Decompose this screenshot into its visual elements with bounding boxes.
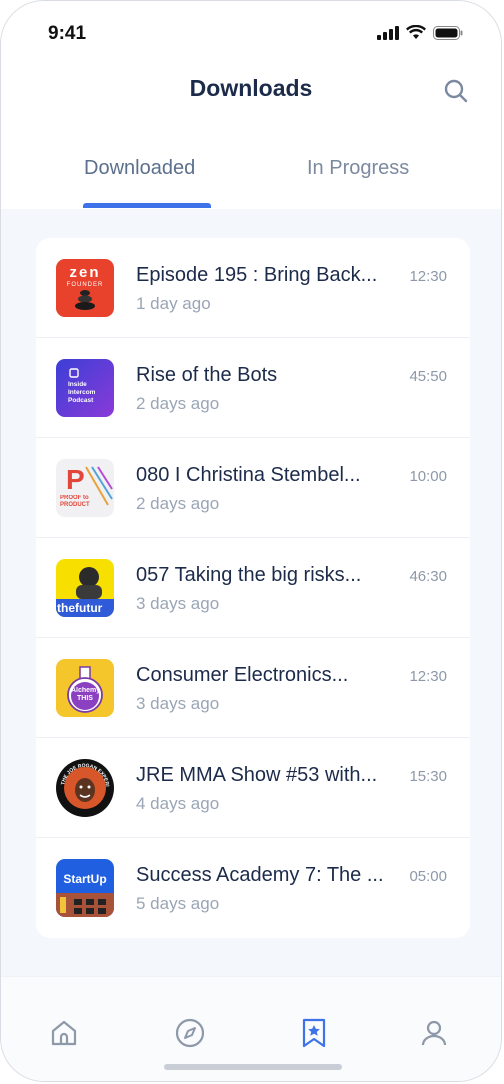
nav-discover[interactable]: [173, 1016, 207, 1050]
episode-date: 1 day ago: [136, 294, 211, 313]
signal-icon: [377, 25, 399, 40]
episode-title: Consumer Electronics...: [136, 664, 349, 686]
episode-date: 3 days ago: [136, 594, 220, 613]
svg-text:zen: zen: [69, 264, 100, 281]
the-futur-art: thefutur: [56, 559, 114, 617]
episode-duration: 45:50: [409, 368, 447, 385]
nav-profile[interactable]: [417, 1016, 451, 1050]
episode-title: Episode 195 : Bring Back...: [136, 264, 378, 286]
episode-date: 5 days ago: [136, 894, 220, 913]
episode-title: Success Academy 7: The ...: [136, 864, 384, 886]
list-item[interactable]: StartUp Success Academy 7: The ... 5 day…: [36, 838, 470, 938]
episode-date: 4 days ago: [136, 794, 220, 813]
list-item[interactable]: zen FOUNDER Episode 195 : Bring Back... …: [36, 238, 470, 338]
joe-rogan-art: THE JOE ROGAN EXPERIENCE: [56, 759, 114, 817]
list-item[interactable]: Alchemy THIS Consumer Electronics... 3 d…: [36, 638, 470, 738]
episode-date: 2 days ago: [136, 394, 220, 413]
nav-library[interactable]: [297, 1016, 331, 1050]
episode-title: JRE MMA Show #53 with...: [136, 764, 378, 786]
tab-in-progress[interactable]: In Progress: [307, 157, 409, 180]
episode-title: 080 I Christina Stembel...: [136, 464, 361, 486]
bookmark-star-icon: [302, 1018, 326, 1048]
active-tab-indicator: [83, 203, 211, 208]
episode-title: Rise of the Bots: [136, 364, 278, 386]
svg-text:thefutur: thefutur: [57, 601, 103, 615]
episode-duration: 15:30: [409, 768, 447, 785]
phone-frame: 9:41 Downloads Downloaded In Progress ze…: [0, 0, 502, 1082]
zen-founder-art: zen FOUNDER: [56, 259, 114, 317]
episode-date: 3 days ago: [136, 694, 220, 713]
svg-text:FOUNDER: FOUNDER: [67, 282, 104, 288]
tab-downloaded[interactable]: Downloaded: [84, 157, 195, 180]
list-item[interactable]: Inside Intercom Podcast Rise of the Bots…: [36, 338, 470, 438]
episode-list: zen FOUNDER Episode 195 : Bring Back... …: [36, 238, 470, 938]
episode-duration: 12:30: [409, 668, 447, 685]
list-item[interactable]: THE JOE ROGAN EXPERIENCE JRE MMA Show #5…: [36, 738, 470, 838]
nav-home[interactable]: [47, 1016, 81, 1050]
episode-title: 057 Taking the big risks...: [136, 564, 362, 586]
inside-intercom-art: Inside Intercom Podcast: [56, 359, 114, 417]
episode-duration: 10:00: [409, 468, 447, 485]
svg-text:P: P: [66, 464, 85, 495]
episode-duration: 46:30: [409, 568, 447, 585]
home-indicator: [164, 1064, 342, 1070]
alchemy-this-art: Alchemy THIS: [56, 659, 114, 717]
search-icon: [444, 79, 468, 103]
episode-date: 2 days ago: [136, 494, 220, 513]
list-item[interactable]: P PROOF to PRODUCT 080 I Christina Stemb…: [36, 438, 470, 538]
status-time: 9:41: [48, 23, 87, 44]
svg-text:StartUp: StartUp: [63, 872, 106, 886]
startup-art: StartUp: [56, 859, 114, 917]
episode-duration: 12:30: [409, 268, 447, 285]
wifi-icon: [406, 25, 426, 39]
status-icons: [377, 25, 463, 40]
page-title: Downloads: [189, 75, 313, 101]
battery-icon: [433, 25, 463, 40]
proof-to-product-art: P PROOF to PRODUCT: [56, 459, 114, 517]
list-item[interactable]: thefutur 057 Taking the big risks... 3 d…: [36, 538, 470, 638]
compass-icon: [175, 1018, 205, 1048]
episode-duration: 05:00: [409, 868, 447, 885]
search-button[interactable]: [443, 78, 469, 109]
profile-icon: [421, 1020, 447, 1046]
home-icon: [51, 1020, 77, 1046]
